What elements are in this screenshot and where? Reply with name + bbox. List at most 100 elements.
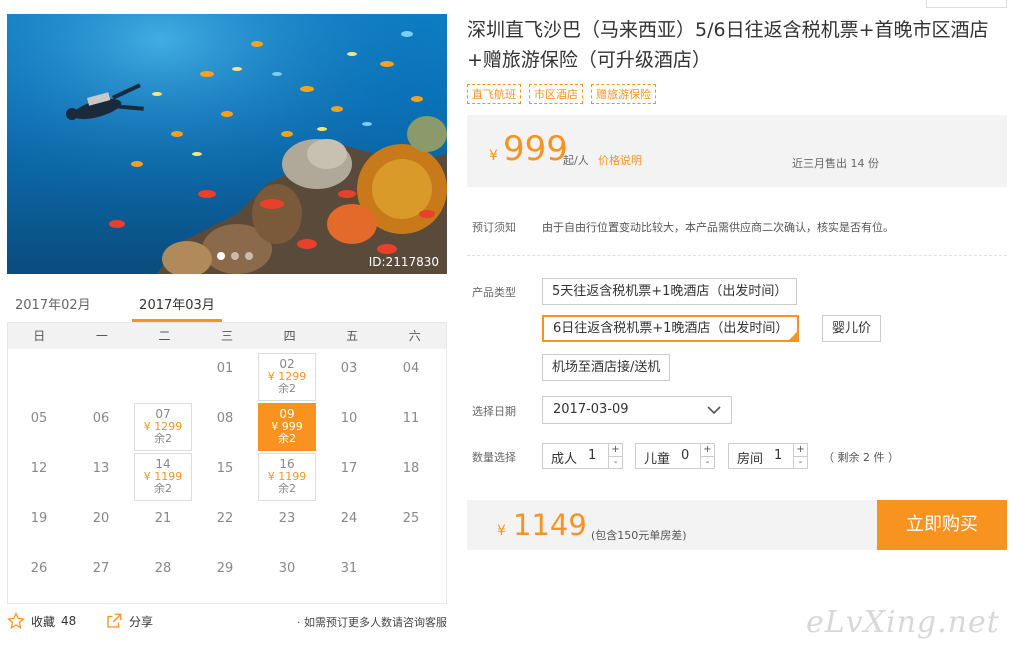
calendar-day: 23	[258, 503, 316, 551]
calendar-day[interactable]: 14 ¥ 1199 余2	[134, 453, 192, 501]
date-select[interactable]: 2017-03-09	[542, 396, 732, 424]
day-number: 13	[92, 461, 110, 476]
weekday-label: 一	[95, 329, 108, 343]
day-number: 05	[30, 411, 48, 426]
day-remaining: 余2	[278, 482, 296, 495]
day-number: 04	[402, 361, 420, 376]
rooms-minus-button[interactable]: -	[794, 456, 807, 468]
weekday-label: 五	[346, 329, 359, 343]
calendar-day: 17	[320, 453, 378, 501]
rooms-label: 房间	[737, 452, 764, 467]
day-number: 07	[155, 407, 171, 421]
day-number: 21	[154, 511, 172, 526]
day-number: 01	[216, 361, 234, 376]
carousel-dot[interactable]	[231, 252, 239, 260]
day-number: 30	[278, 561, 296, 576]
calendar-day: 30	[258, 553, 316, 601]
day-number: 16	[279, 457, 295, 471]
calendar-day: 18	[382, 453, 440, 501]
day-number: 03	[340, 361, 358, 376]
weekday-label: 日	[33, 329, 46, 343]
share-icon	[107, 613, 122, 628]
sold-count: 近三月售出 14 份	[792, 157, 879, 170]
day-number: 20	[92, 511, 110, 526]
adults-plus-button[interactable]: +	[609, 444, 622, 456]
day-number: 02	[279, 357, 295, 371]
day-number: 26	[30, 561, 48, 576]
total-currency: ¥	[497, 523, 506, 539]
calendar-day[interactable]: 09 ¥ 999 余2	[258, 403, 316, 451]
adults-stepper[interactable]: 成人 1 + -	[542, 443, 623, 469]
carousel-dot[interactable]	[245, 252, 253, 260]
calendar-day: 03	[320, 353, 378, 401]
calendar-day: 28	[134, 553, 192, 601]
day-number: 15	[216, 461, 234, 476]
favorite-label: 收藏	[31, 614, 56, 629]
tag-direct-flight: 直飞航班	[467, 84, 521, 104]
adults-value[interactable]: 1	[588, 448, 596, 463]
total-amount: 1149	[513, 508, 587, 542]
day-number: 08	[216, 411, 234, 426]
photo-footer: 收藏 48 分享 · 如需预订更多人数请咨询客服	[7, 612, 447, 634]
day-number: 23	[278, 511, 296, 526]
share-button[interactable]: 分享	[105, 612, 153, 630]
share-label: 分享	[129, 614, 154, 629]
option-6day[interactable]: 6日往返含税机票+1晚酒店（出发时间）	[542, 315, 800, 342]
total-box: ¥ 1149 (包含150元单房差)	[467, 500, 877, 550]
remaining-count: （ 剩余 2 件 ）	[823, 451, 899, 464]
calendar-day: 10	[320, 403, 378, 451]
rooms-stepper[interactable]: 房间 1 + -	[728, 443, 808, 469]
contact-note: · 如需预订更多人数请咨询客服	[297, 616, 447, 629]
price-value: 999	[503, 129, 568, 169]
option-5day[interactable]: 5天往返含税机票+1晚酒店（出发时间）	[542, 278, 798, 305]
price-box: ¥ 999 起/人 价格说明 近三月售出 14 份	[467, 115, 1007, 187]
rooms-plus-button[interactable]: +	[794, 444, 807, 456]
price-note-link[interactable]: 价格说明	[598, 152, 642, 168]
calendar-day[interactable]: 16 ¥ 1199 余2	[258, 453, 316, 501]
children-plus-button[interactable]: +	[701, 444, 714, 456]
calendar-day: 20	[72, 503, 130, 551]
favorite-button[interactable]: 收藏 48	[7, 612, 76, 630]
adults-minus-button[interactable]: -	[609, 456, 622, 468]
calendar-day: 29	[196, 553, 254, 601]
children-value[interactable]: 0	[681, 448, 689, 463]
month-tabs: 2017年02月 2017年03月	[7, 288, 447, 322]
divider	[467, 255, 1007, 256]
tab-current-month[interactable]: 2017年03月	[132, 294, 222, 322]
calendar-day: 12	[10, 453, 68, 501]
calendar: 日 一 二 三 四 五 六 01 02 ¥ 1299 余2 03 04 05 06 07 ¥ 12…	[7, 322, 447, 604]
product-photo[interactable]: ID:2117830	[7, 14, 447, 274]
children-stepper[interactable]: 儿童 0 + -	[635, 443, 715, 469]
calendar-day: 27	[72, 553, 130, 601]
day-number: 28	[154, 561, 172, 576]
calendar-day[interactable]: 07 ¥ 1299 余2	[134, 403, 192, 451]
day-remaining: 余2	[154, 432, 172, 445]
price-currency: ¥	[489, 148, 498, 164]
option-infant[interactable]: 婴儿价	[822, 315, 882, 342]
star-icon	[7, 612, 25, 629]
buy-now-button[interactable]: 立即购买	[877, 500, 1007, 550]
calendar-day: 21	[134, 503, 192, 551]
price-unit: 起/人	[563, 154, 589, 167]
date-label: 选择日期	[472, 405, 516, 418]
children-minus-button[interactable]: -	[701, 456, 714, 468]
day-number: 14	[155, 457, 171, 471]
carousel-dot[interactable]	[217, 252, 225, 260]
adults-buttons: + -	[608, 444, 622, 468]
favorite-count: 48	[61, 614, 77, 628]
adults-label: 成人	[551, 452, 578, 467]
calendar-day: 22	[196, 503, 254, 551]
calendar-weekday-header: 日 一 二 三 四 五 六	[8, 323, 446, 349]
option-airport-transfer[interactable]: 机场至酒店接/送机	[542, 354, 671, 381]
rooms-value[interactable]: 1	[774, 448, 782, 463]
product-title: 深圳直飞沙巴（马来西亚）5/6日往返含税机票+首晚市区酒店+赠旅游保险（可升级酒…	[467, 19, 989, 71]
day-number: 10	[340, 411, 358, 426]
day-number: 25	[402, 511, 420, 526]
calendar-day[interactable]: 02 ¥ 1299 余2	[258, 353, 316, 401]
photo-id-label: ID:2117830	[368, 255, 439, 269]
top-edge-box	[926, 0, 1007, 8]
underwater-scene-image	[7, 14, 447, 274]
carousel-dots[interactable]	[217, 252, 253, 260]
day-remaining: 余2	[278, 382, 296, 395]
tab-prev-month[interactable]: 2017年02月	[15, 294, 91, 313]
